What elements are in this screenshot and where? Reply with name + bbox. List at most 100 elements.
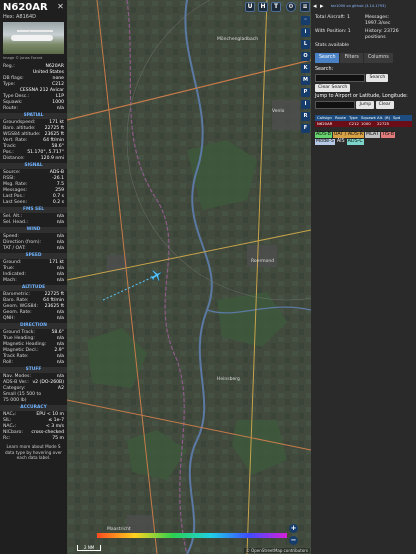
detail-label: Type: (3, 82, 16, 87)
app-root: ✕ N620AR Hex: A8164D Image © Jonas Forar… (0, 0, 416, 554)
signal-value: 0.2 s (52, 200, 64, 205)
search-label: Search: (315, 66, 334, 72)
direction-label: Roll: (3, 360, 13, 365)
fms-label: Sel. Head.: (3, 220, 28, 225)
search-input[interactable] (315, 73, 365, 82)
section-stuff: STUFF (0, 367, 67, 373)
map-button-o[interactable]: O (301, 52, 310, 61)
section-fms-sel: FMS SEL (0, 207, 67, 213)
stuff-value: A2 (57, 386, 64, 391)
stats-block: Total Aircraft: 1 Messages: 1997.3/sec Wi… (311, 13, 416, 51)
spatial-row: Distance: 120.9 nmi (0, 156, 67, 162)
wind-row: TAT / OAT: n/a (0, 246, 67, 252)
accuracy-list: NACₚ: EPU < 10 m SIL: ≤ 1e-7 NACᵥ: < 3 m/s NIC… (0, 412, 67, 442)
clear-search-button[interactable]: Clear Search (315, 84, 351, 92)
map-button-r[interactable]: R (301, 112, 310, 121)
section-speed: SPEED (0, 253, 67, 259)
legend-item[interactable]: MLAT (364, 132, 380, 138)
speed-list: Ground: 171 kt True: n/a Indicated: n/a Mach: n… (0, 260, 67, 284)
zoom-in-button[interactable]: + (289, 524, 298, 533)
map-button-u[interactable]: U (245, 2, 255, 12)
tab-search[interactable]: Search (315, 52, 340, 63)
cell-callsign: N620AR (317, 121, 333, 126)
settings-icon[interactable]: ⚙ (286, 2, 296, 12)
altitude-list: Barometric: 22725 ft Baro. Rate: 64 ft/min G… (0, 292, 67, 322)
altitude-value: n/a (56, 316, 64, 321)
tab-filters[interactable]: Filters (340, 52, 363, 63)
search-button[interactable]: Search (366, 73, 389, 82)
section-wind: WIND (0, 227, 67, 233)
legend-item[interactable]: Mode-S (315, 139, 335, 145)
spatial-value: 120.9 nmi (40, 156, 64, 161)
cell-route (333, 121, 347, 127)
panel-header: ◂ ▸ tar1090 on github (3.14.1793) (311, 0, 416, 13)
scale-bar: 2 NM (77, 545, 102, 551)
section-altitude: ALTITUDE (0, 285, 67, 291)
place-label: Heinsberg (217, 376, 240, 382)
clear-button[interactable]: Clear (375, 100, 394, 109)
altitude-row: QNH: n/a (0, 316, 67, 322)
altitude-legend-bar (97, 533, 287, 538)
github-link[interactable]: tar1090 on github (3.14.1793) (331, 3, 386, 9)
signal-label: Last Seen: (3, 200, 28, 205)
legend-item[interactable]: ADS-B (315, 132, 332, 138)
source-legend: ADS-B UAT / ADS-R MLAT TIS-B Mode-S AIS ADS-C (315, 132, 412, 145)
map-button-t[interactable]: T (271, 2, 281, 12)
section-accuracy: ACCURACY (0, 405, 67, 411)
section-signal: SIGNAL (0, 163, 67, 169)
map-view[interactable]: Roermond Venlo Mönchengladbach Heinsberg… (67, 0, 311, 554)
zoom-out-button[interactable]: − (289, 536, 298, 545)
altitude-label: QNH: (3, 316, 16, 321)
close-icon[interactable]: ✕ (57, 3, 64, 11)
stats-available[interactable]: Stats available (315, 43, 365, 49)
wind-label: TAT / OAT: (3, 246, 26, 251)
place-label: Maastricht (107, 526, 131, 532)
legend-item[interactable]: AIS (335, 139, 346, 145)
legend-item[interactable]: TIS-B (380, 132, 395, 138)
map-attribution[interactable]: © OpenStreetMap contributors (243, 548, 310, 553)
spatial-label: Distance: (3, 156, 25, 161)
photo-credit[interactable]: Image © Jonas Forard (0, 54, 67, 62)
stuff-label: 75 000 lb) (3, 398, 27, 403)
chevron-right-icon[interactable]: ▸ (320, 2, 327, 10)
search-box: Search: Search Clear Search Jump to Airp… (315, 63, 412, 113)
direction-value: n/a (56, 360, 64, 365)
fms-list: Sel. Alt.: n/a Sel. Head.: n/a (0, 214, 67, 226)
total-aircraft: Total Aircraft: 1 (315, 15, 350, 20)
jump-label: Jump to Airport or Latitude, Longitude: (315, 93, 408, 99)
section-spatial: SPATIAL (0, 113, 67, 119)
hex-value: A8164D (16, 14, 36, 20)
direction-list: Ground Track: 58.6° True Heading: n/a Magnet… (0, 330, 67, 366)
table-row[interactable]: N620AR C212 1000 22725 (315, 121, 412, 127)
map-button-h[interactable]: H (258, 2, 268, 12)
speed-value: n/a (56, 278, 64, 283)
map-button-p[interactable]: P (301, 88, 310, 97)
filter-icon[interactable]: ◦ (301, 16, 310, 25)
spatial-list: Groundspeed: 171 kt Baro. altitude: 22725 f… (0, 120, 67, 162)
cell-type: C212 (349, 121, 359, 126)
accuracy-value: 75 m (52, 436, 64, 441)
legend-item[interactable]: ADS-C (346, 139, 364, 145)
tab-columns[interactable]: Columns (363, 52, 393, 63)
hex-label: Hex: (3, 14, 15, 20)
map-button-f[interactable]: F (301, 124, 310, 133)
scale-label: 2 NM (77, 545, 102, 551)
messages-rate: Messages: 1997.3/sec (365, 15, 391, 26)
jump-input[interactable] (315, 100, 355, 109)
footnote: Learn more about Mode S data type by hov… (4, 444, 63, 460)
signal-row: Last Seen: 0.2 s (0, 200, 67, 206)
map-canvas[interactable]: Roermond Venlo Mönchengladbach Heinsberg… (67, 0, 311, 554)
map-button-m[interactable]: M (301, 76, 310, 85)
map-button-i[interactable]: I (301, 100, 310, 109)
chevron-left-icon[interactable]: ◂ (313, 2, 320, 10)
detail-label: Route: (3, 106, 18, 111)
layers-icon[interactable]: ≡ (300, 2, 310, 12)
info-icon[interactable]: i (301, 28, 310, 37)
map-button-k[interactable]: K (301, 64, 310, 73)
legend-item[interactable]: UAT / ADS-R (332, 132, 364, 138)
map-button-l[interactable]: L (301, 40, 310, 49)
jump-button[interactable]: Jump (356, 100, 375, 109)
aircraft-photo[interactable] (3, 22, 64, 54)
speed-row: Mach: n/a (0, 278, 67, 284)
stuff-list: Nav. Modes: n/a ADS-B Ver.: v2 (DO-260B) Cat… (0, 374, 67, 404)
